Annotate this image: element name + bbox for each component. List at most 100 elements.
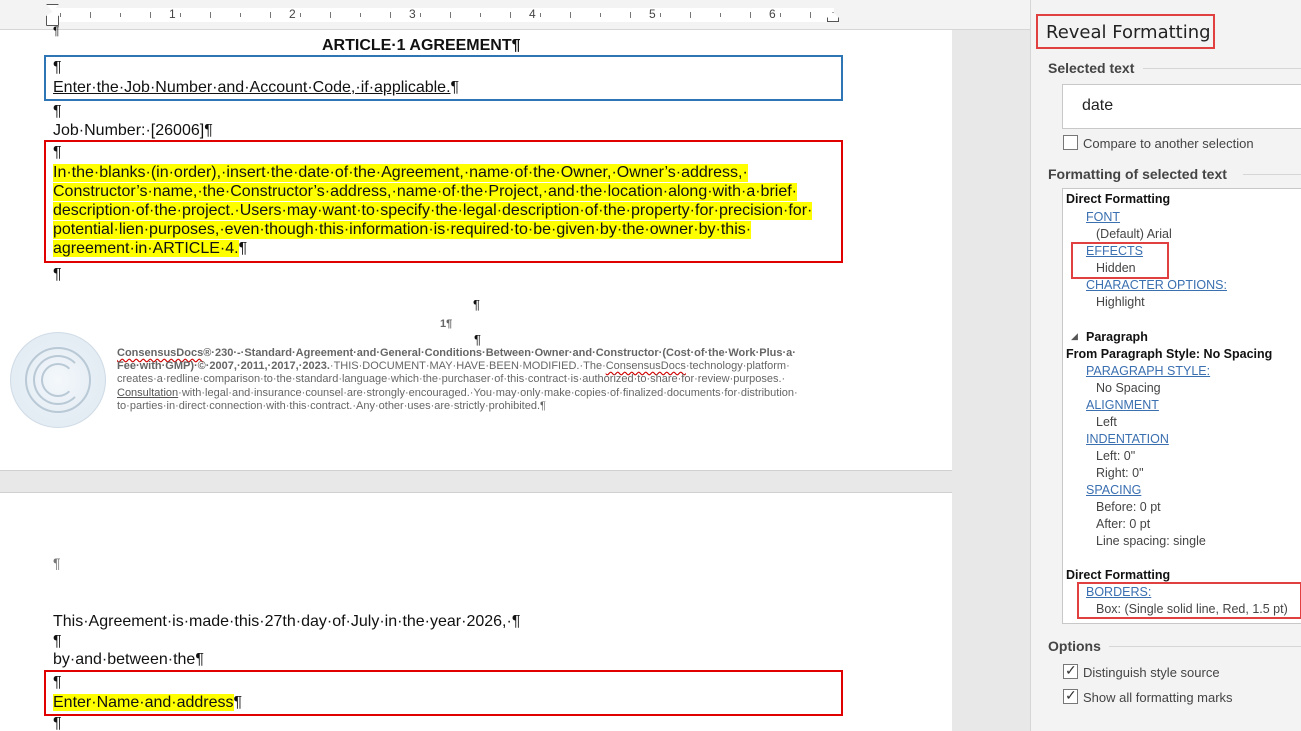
alignment-link[interactable]: ALIGNMENT <box>1086 398 1159 412</box>
ruler-tick <box>540 13 541 17</box>
ruler-tick <box>120 13 121 17</box>
footer-copyright: Fee·with·GMP)·©·2007,·2011,·2017,·2023. <box>117 360 330 372</box>
pilcrow: ¶ <box>474 332 481 347</box>
name-address-text: Enter·Name·and·address <box>53 694 234 711</box>
footer-line-1-rest: ®·230·-·Standard·Agreement·and·General·C… <box>203 347 796 359</box>
indentation-link[interactable]: INDENTATION <box>1086 432 1169 446</box>
ruler-number: 6 <box>769 7 776 21</box>
indent-left-value: Left: 0" <box>1096 449 1136 463</box>
pilcrow: ¶ <box>53 715 62 731</box>
job-number-line[interactable]: Job·Number:·[26006]¶ <box>53 122 213 140</box>
paragraph-style-link[interactable]: PARAGRAPH STYLE: <box>1086 364 1210 378</box>
distinguish-style-checkbox[interactable] <box>1063 662 1078 679</box>
document-area[interactable]: 1 2 3 4 5 6 ¶ ARTICLE·1 AGREEMENT¶ ¶ Ent… <box>0 0 1030 731</box>
document-page-2[interactable]: ¶ This·Agreement·is·made·this·27th·day·o… <box>0 492 952 731</box>
pane-title: Reveal Formatting <box>1046 22 1211 43</box>
footer-line-5: to·parties·in·direct·connection·with·thi… <box>117 400 546 412</box>
ruler-tick <box>300 13 301 17</box>
job-hint-text[interactable]: Enter·the·Job·Number·and·Account·Code,·i… <box>53 79 459 97</box>
distinguish-style-label[interactable]: Distinguish style source <box>1083 665 1220 680</box>
footer-line-2: Fee·with·GMP)·©·2007,·2011,·2017,·2023. ·… <box>117 360 790 374</box>
font-value: (Default) Arial <box>1096 227 1172 241</box>
ruler-tick <box>570 12 571 18</box>
spacing-after-value: After: 0 pt <box>1096 517 1151 531</box>
line-spacing-value: Line spacing: single <box>1096 534 1206 548</box>
ruler-tick <box>330 12 331 18</box>
ruler-tick <box>150 12 151 18</box>
instruction-line-2[interactable]: Constructor’s·name,·the·Constructor’s·ad… <box>53 183 797 201</box>
compare-label[interactable]: Compare to another selection <box>1083 136 1254 151</box>
compare-checkbox[interactable] <box>1063 135 1078 150</box>
ruler-tick <box>780 13 781 17</box>
pilcrow: ¶ <box>53 24 60 38</box>
ruler-tick <box>90 12 91 18</box>
word-window: 1 2 3 4 5 6 ¶ ARTICLE·1 AGREEMENT¶ ¶ Ent… <box>0 0 1301 731</box>
pilcrow: ¶ <box>53 144 62 161</box>
selected-text-box[interactable]: date <box>1062 84 1301 129</box>
instruction-line-5[interactable]: agreement·in·ARTICLE·4.¶ <box>53 240 247 258</box>
ruler-tick <box>750 12 751 18</box>
between-line[interactable]: by·and·between·the¶ <box>53 651 204 669</box>
pilcrow: ¶ <box>233 694 243 711</box>
ruler-tick <box>270 12 271 18</box>
options-heading: Options <box>1048 638 1101 654</box>
ruler-number: 5 <box>649 7 656 21</box>
pilcrow: ¶ <box>53 59 62 76</box>
instruction-line-4[interactable]: potential·lien·purposes,·even·though·thi… <box>53 221 752 239</box>
pilcrow: ¶ <box>53 633 62 650</box>
from-paragraph-style: From Paragraph Style: No Spacing <box>1066 347 1273 361</box>
pilcrow: ¶ <box>53 674 62 691</box>
indent-right-value: Right: 0" <box>1096 466 1144 480</box>
footer-line-3: creates·a·redline·comparison·to·the·stan… <box>117 373 786 385</box>
pilcrow: ¶ <box>473 297 480 312</box>
divider <box>1243 174 1301 175</box>
instruction-line-1[interactable]: In·the·blanks·(in·order),·insert·the·dat… <box>53 164 748 182</box>
show-marks-checkbox[interactable] <box>1063 687 1078 704</box>
font-link[interactable]: FONT <box>1086 210 1120 224</box>
collapse-triangle-icon[interactable]: ◢ <box>1071 331 1078 342</box>
pilcrow: ¶ <box>450 79 460 96</box>
ruler-tick <box>690 12 691 18</box>
selected-text-value: date <box>1082 97 1114 114</box>
consultation-link[interactable]: Consultation <box>117 387 178 399</box>
ruler-tick <box>180 13 181 17</box>
horizontal-ruler[interactable]: 1 2 3 4 5 6 <box>0 0 1030 30</box>
spacing-link[interactable]: SPACING <box>1086 483 1141 497</box>
agreement-date-line[interactable]: This·Agreement·is·made·this·27th·day·of·… <box>53 613 520 631</box>
ruler-tick <box>240 13 241 17</box>
character-options-link[interactable]: CHARACTER OPTIONS: <box>1086 278 1227 292</box>
instruction-line-3[interactable]: description·of·the·project.·Users·may·wa… <box>53 202 813 220</box>
footer-brand: ConsensusDocs <box>117 347 204 359</box>
ruler-number: 3 <box>409 7 416 21</box>
reveal-formatting-pane[interactable]: Reveal Formatting Selected text date Com… <box>1030 0 1301 731</box>
footer-line-1: ConsensusDocs®·230·-·Standard·Agreement·… <box>117 347 796 361</box>
ruler-number: 2 <box>289 7 296 21</box>
footer-line-4: Consultation·with·legal·and·insurance·co… <box>117 387 798 401</box>
direct-formatting-heading: Direct Formatting <box>1066 192 1171 206</box>
consensusdocs-logo <box>10 332 106 428</box>
document-page-1[interactable]: ¶ ARTICLE·1 AGREEMENT¶ ¶ Enter·the·Job·N… <box>0 24 952 471</box>
ruler-tick <box>480 13 481 17</box>
pilcrow: ¶ <box>53 555 61 571</box>
paragraph-style-value: No Spacing <box>1096 381 1161 395</box>
borders-annotation-box <box>1077 582 1301 619</box>
show-marks-label[interactable]: Show all formatting marks <box>1083 690 1233 705</box>
instruction-line-5-text: agreement·in·ARTICLE·4. <box>53 240 239 257</box>
ruler-tick <box>810 12 811 18</box>
footer-line-2-tail: ·technology·platform· <box>685 360 790 372</box>
effects-annotation-box <box>1071 242 1169 279</box>
paragraph-section-heading[interactable]: Paragraph <box>1086 330 1148 344</box>
character-options-value: Highlight <box>1096 295 1145 309</box>
ruler-number: 1 <box>169 7 176 21</box>
spacing-before-value: Before: 0 pt <box>1096 500 1161 514</box>
ruler-tick <box>420 13 421 17</box>
pilcrow: ¶ <box>53 266 62 283</box>
ruler-tick <box>60 13 61 17</box>
ruler-tick <box>360 13 361 17</box>
ruler-tick <box>450 12 451 18</box>
ruler-number: 4 <box>529 7 536 21</box>
name-address-line[interactable]: Enter·Name·and·address¶ <box>53 694 242 712</box>
direct-formatting-heading-2: Direct Formatting <box>1066 568 1171 582</box>
ruler-tick <box>510 12 511 18</box>
article-title[interactable]: ARTICLE·1 AGREEMENT¶ <box>322 37 521 55</box>
